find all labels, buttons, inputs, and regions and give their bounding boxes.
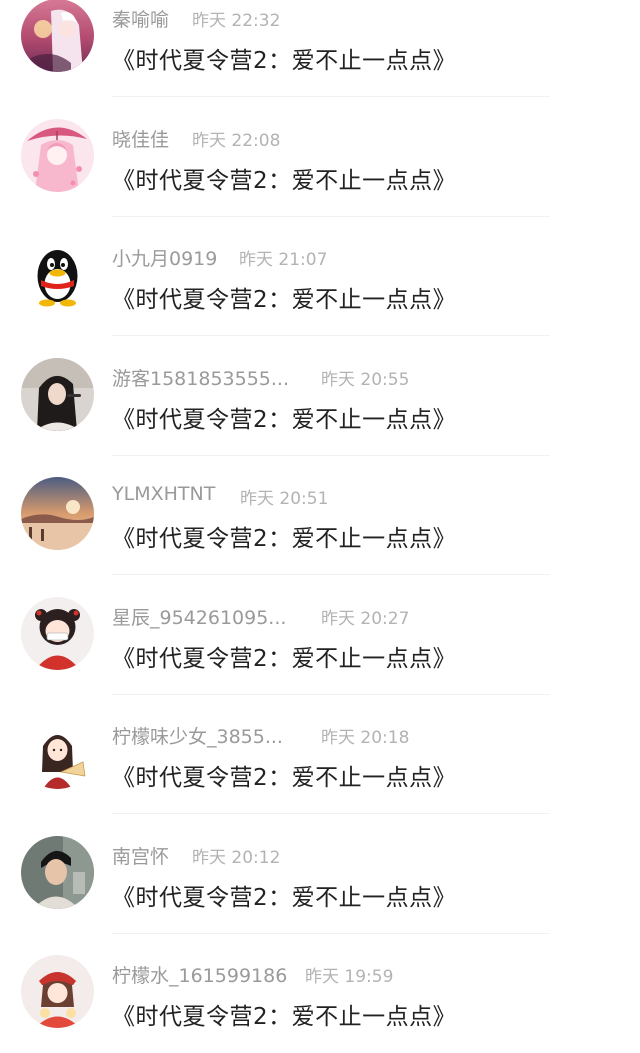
username[interactable]: YLMXHTNT <box>112 483 215 505</box>
avatar[interactable] <box>21 477 94 550</box>
comment-meta: 秦喻喻 昨天 22:32 <box>112 5 280 31</box>
comment-meta: 南宫怀 昨天 20:12 <box>112 842 280 868</box>
cartoon-girl-fan-avatar-icon <box>21 716 94 789</box>
comment-item[interactable]: 柠檬味少女_3855... 昨天 20:18 《时代夏令营2：爱不止一点点》 <box>0 716 640 837</box>
timestamp: 昨天 20:12 <box>192 847 281 868</box>
timestamp: 昨天 22:08 <box>192 130 281 151</box>
comment-item[interactable]: 小九月0919 昨天 21:07 《时代夏令营2：爱不止一点点》 <box>0 238 640 359</box>
comment-item[interactable]: 游客1581853555... 昨天 20:55 《时代夏令营2：爱不止一点点》 <box>0 357 640 479</box>
comment-text: 《时代夏令营2：爱不止一点点》 <box>112 526 457 552</box>
divider <box>112 693 550 695</box>
comment-text: 《时代夏令营2：爱不止一点点》 <box>112 287 457 313</box>
divider <box>112 96 550 97</box>
comment-text: 《时代夏令营2：爱不止一点点》 <box>112 765 457 791</box>
avatar[interactable] <box>21 596 94 670</box>
username[interactable]: 柠檬水_161599186 <box>112 965 287 987</box>
anime-girl-pink-umbrella-avatar-icon <box>21 118 94 192</box>
timestamp: 昨天 21:07 <box>239 250 328 270</box>
timestamp: 昨天 20:51 <box>240 489 329 509</box>
comment-text: 《时代夏令营2：爱不止一点点》 <box>112 167 457 194</box>
comment-text: 《时代夏令营2：爱不止一点点》 <box>112 406 457 433</box>
divider <box>112 813 550 814</box>
comment-meta: YLMXHTNT 昨天 20:51 <box>112 483 328 509</box>
divider <box>112 932 550 934</box>
comment-item[interactable]: 秦喻喻 昨天 22:32 《时代夏令营2：爱不止一点点》 <box>0 0 640 120</box>
comment-text: 《时代夏令营2：爱不止一点点》 <box>112 48 457 74</box>
comment-item[interactable]: YLMXHTNT 昨天 20:51 《时代夏令营2：爱不止一点点》 <box>0 477 640 598</box>
avatar[interactable] <box>21 955 94 1028</box>
divider <box>112 335 550 336</box>
comment-meta: 柠檬味少女_3855... 昨天 20:18 <box>112 722 409 748</box>
username[interactable]: 晓佳佳 <box>112 129 169 151</box>
username[interactable]: 游客1581853555... <box>112 368 289 390</box>
comment-text: 《时代夏令营2：爱不止一点点》 <box>112 645 457 672</box>
username[interactable]: 秦喻喻 <box>112 9 169 31</box>
anime-girl-sunset-avatar-icon <box>21 0 94 72</box>
avatar[interactable] <box>21 716 94 789</box>
username[interactable]: 柠檬味少女_3855... <box>112 726 283 748</box>
username[interactable]: 星辰_954261095... <box>112 607 286 629</box>
timestamp: 昨天 20:55 <box>321 369 410 390</box>
cartoon-girl-red-hat-avatar-icon <box>21 955 94 1028</box>
avatar[interactable] <box>21 835 94 909</box>
timestamp: 昨天 22:32 <box>192 11 281 31</box>
comment-meta: 星辰_954261095... 昨天 20:27 <box>112 603 409 629</box>
divider <box>112 574 550 575</box>
sunset-bridge-photo-avatar-icon <box>21 477 94 550</box>
comment-item[interactable]: 南宫怀 昨天 20:12 《时代夏令营2：爱不止一点点》 <box>0 835 640 957</box>
avatar[interactable] <box>21 238 94 311</box>
comment-list: 秦喻喻 昨天 22:32 《时代夏令营2：爱不止一点点》 晓佳佳 昨天 22:0… <box>0 0 640 1053</box>
timestamp: 昨天 20:27 <box>321 608 410 629</box>
avatar[interactable] <box>21 357 94 431</box>
timestamp: 昨天 19:59 <box>305 967 394 987</box>
username[interactable]: 小九月0919 <box>112 248 217 270</box>
avatar[interactable] <box>21 0 94 72</box>
photo-boy-avatar-icon <box>21 835 94 909</box>
comment-meta: 晓佳佳 昨天 22:08 <box>112 125 280 151</box>
username[interactable]: 南宫怀 <box>112 846 169 868</box>
photo-girl-microphone-avatar-icon <box>21 357 94 431</box>
divider <box>112 215 550 217</box>
comment-text: 《时代夏令营2：爱不止一点点》 <box>112 1004 457 1030</box>
cartoon-girl-red-avatar-icon <box>21 596 94 670</box>
avatar[interactable] <box>21 118 94 192</box>
comment-meta: 柠檬水_161599186 昨天 19:59 <box>112 961 393 987</box>
comment-item[interactable]: 星辰_954261095... 昨天 20:27 《时代夏令营2：爱不止一点点》 <box>0 596 640 718</box>
timestamp: 昨天 20:18 <box>321 728 410 748</box>
comment-item[interactable]: 晓佳佳 昨天 22:08 《时代夏令营2：爱不止一点点》 <box>0 118 640 240</box>
qq-penguin-avatar-icon <box>21 238 94 311</box>
divider <box>112 454 550 456</box>
comment-item[interactable]: 柠檬水_161599186 昨天 19:59 《时代夏令营2：爱不止一点点》 <box>0 955 640 1053</box>
comment-meta: 小九月0919 昨天 21:07 <box>112 244 327 270</box>
comment-meta: 游客1581853555... 昨天 20:55 <box>112 364 409 390</box>
comment-text: 《时代夏令营2：爱不止一点点》 <box>112 884 457 911</box>
